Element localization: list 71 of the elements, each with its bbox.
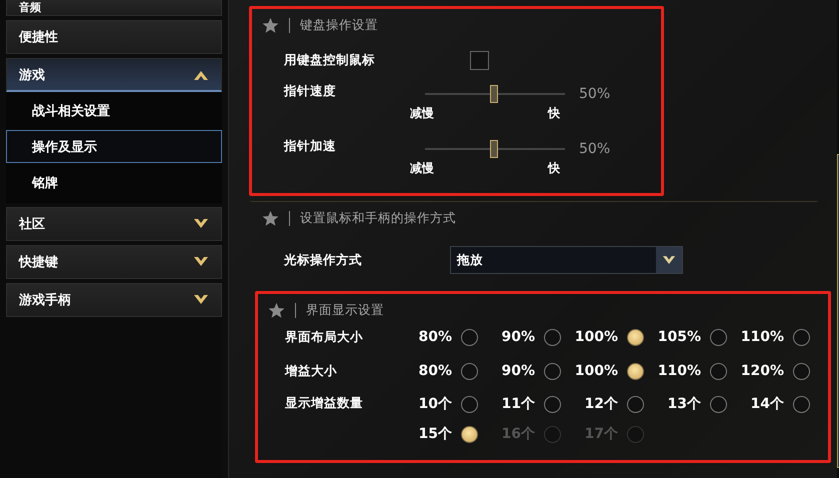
sidebar-subitem[interactable]: 铭牌 bbox=[6, 166, 222, 199]
section-title: 键盘操作设置 bbox=[300, 16, 378, 34]
option-label: 90% bbox=[501, 363, 535, 379]
setting-label: 增益大小 bbox=[285, 362, 338, 380]
radio-button[interactable] bbox=[793, 396, 810, 412]
dropdown[interactable]: 拖放 bbox=[450, 246, 683, 274]
option-label: 100% bbox=[574, 363, 618, 379]
radio-button[interactable] bbox=[544, 396, 561, 412]
setting-label: 指针速度 bbox=[284, 83, 337, 100]
sidebar-item[interactable]: 社区 bbox=[6, 207, 222, 241]
sidebar-subitem[interactable]: 操作及显示 bbox=[6, 130, 222, 163]
star-icon bbox=[262, 210, 279, 226]
radio-button[interactable] bbox=[544, 362, 561, 380]
option-label: 105% bbox=[658, 329, 701, 345]
slider-value: 50% bbox=[579, 86, 610, 102]
checkbox[interactable] bbox=[470, 50, 489, 70]
radio-button[interactable] bbox=[710, 396, 727, 412]
option-label: 80% bbox=[418, 329, 452, 345]
radio-button[interactable] bbox=[793, 328, 810, 346]
radio-button[interactable] bbox=[544, 328, 561, 346]
option-label: 90% bbox=[501, 329, 535, 345]
sidebar-subitem[interactable]: 战斗相关设置 bbox=[6, 94, 222, 127]
slider-max-label: 快 bbox=[548, 160, 560, 177]
slider-max-label: 快 bbox=[548, 105, 560, 122]
chevron-down-icon bbox=[662, 254, 676, 266]
option-label: 12个 bbox=[584, 395, 618, 413]
slider-min-label: 减慢 bbox=[410, 105, 434, 122]
radio-button[interactable] bbox=[461, 396, 478, 412]
option-label: 16个 bbox=[502, 425, 535, 443]
chevron-down-icon bbox=[193, 294, 209, 306]
radio-button[interactable] bbox=[710, 328, 727, 346]
option-label: 120% bbox=[740, 363, 784, 379]
sidebar-item[interactable]: 快捷键 bbox=[6, 245, 222, 279]
option-label: 13个 bbox=[668, 395, 701, 413]
chevron-down-icon bbox=[193, 256, 209, 268]
radio-button[interactable] bbox=[627, 362, 644, 380]
setting-label: 光标操作方式 bbox=[284, 252, 363, 268]
sidebar-item[interactable]: 音频 bbox=[6, 0, 222, 16]
radio-button[interactable] bbox=[461, 426, 478, 442]
setting-label: 用键盘控制鼠标 bbox=[284, 52, 376, 68]
option-label: 100% bbox=[574, 329, 618, 345]
sidebar-item[interactable]: 游戏 bbox=[6, 58, 222, 92]
setting-label: 界面布局大小 bbox=[285, 328, 364, 346]
sidebar-item[interactable]: 游戏手柄 bbox=[6, 283, 222, 317]
option-label: 110% bbox=[740, 329, 784, 345]
option-label: 80% bbox=[418, 363, 452, 379]
section-title: 设置鼠标和手柄的操作方式 bbox=[300, 210, 456, 226]
chevron-up-icon bbox=[193, 68, 209, 80]
radio-button[interactable] bbox=[627, 396, 644, 412]
slider-min-label: 减慢 bbox=[410, 160, 434, 177]
radio-button[interactable] bbox=[627, 328, 644, 346]
radio-button[interactable] bbox=[793, 362, 810, 380]
option-label: 11个 bbox=[502, 395, 535, 413]
sidebar-item[interactable]: 便捷性 bbox=[6, 20, 222, 54]
slider-value: 50% bbox=[579, 141, 610, 157]
radio-button[interactable] bbox=[461, 362, 478, 380]
slider-handle[interactable] bbox=[490, 85, 498, 103]
star-icon bbox=[268, 302, 285, 318]
section-title: 界面显示设置 bbox=[306, 302, 384, 318]
slider-handle[interactable] bbox=[490, 140, 498, 158]
setting-label: 指针加速 bbox=[284, 138, 337, 155]
option-label: 15个 bbox=[418, 425, 452, 443]
setting-label: 显示增益数量 bbox=[285, 395, 364, 412]
option-label: 110% bbox=[658, 363, 701, 379]
option-label: 14个 bbox=[750, 395, 784, 413]
radio-button[interactable] bbox=[461, 328, 478, 346]
option-label: 17个 bbox=[584, 425, 618, 443]
option-label: 10个 bbox=[418, 395, 452, 413]
radio-button[interactable] bbox=[710, 362, 727, 380]
chevron-down-icon bbox=[193, 218, 209, 230]
star-icon bbox=[262, 16, 279, 34]
